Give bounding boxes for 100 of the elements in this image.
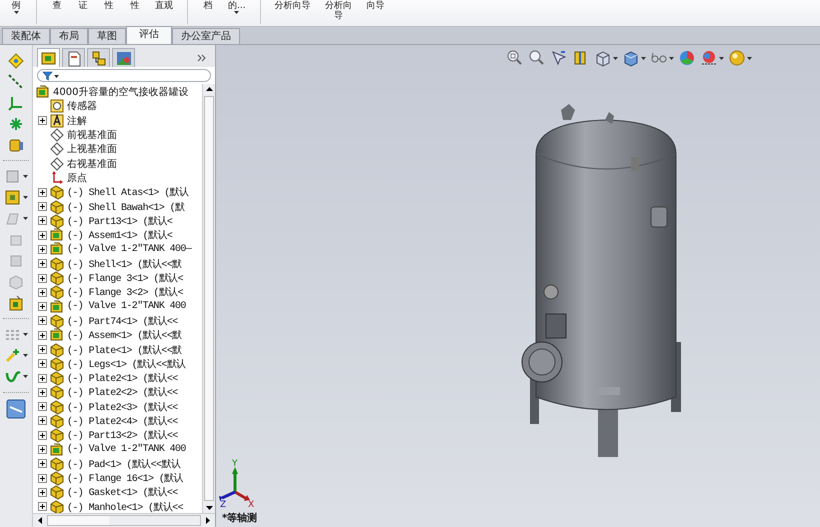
caret-icon[interactable] bbox=[23, 196, 28, 199]
panel-tab[interactable] bbox=[87, 48, 110, 67]
caret-icon[interactable] bbox=[613, 56, 618, 60]
ribbon-button[interactable]: 档 bbox=[202, 1, 214, 11]
measure-icon[interactable] bbox=[6, 398, 26, 418]
scene-icon[interactable] bbox=[700, 49, 718, 67]
expand-toggle[interactable] bbox=[38, 374, 47, 383]
expand-toggle[interactable] bbox=[38, 230, 47, 240]
tree-item[interactable]: (-) Flange 3<2> (默认< bbox=[49, 284, 184, 300]
tree-item[interactable]: (-) Assem<1> (默认<<默 bbox=[49, 327, 182, 344]
ribbon-button[interactable]: 性 bbox=[103, 1, 115, 11]
tree-item[interactable]: (-) Plate2<2> (默认<< bbox=[49, 384, 178, 400]
caret-icon[interactable] bbox=[747, 56, 752, 60]
expand-toggle[interactable] bbox=[38, 416, 47, 426]
ribbon-button[interactable]: 分析向导 bbox=[324, 1, 353, 21]
panel-tab[interactable] bbox=[62, 48, 85, 67]
tree-item[interactable]: (-) Valve 1-2"TANK 400 bbox=[49, 442, 186, 458]
caret-icon[interactable] bbox=[23, 217, 28, 220]
filter-field[interactable] bbox=[37, 69, 211, 82]
tree-item[interactable]: (-) Shell<1> (默认<<默 bbox=[49, 256, 182, 272]
zoom-fit-icon[interactable] bbox=[506, 49, 524, 67]
tree-item[interactable]: (-) Valve 1-2"TANK 400 bbox=[49, 298, 186, 315]
tree-item[interactable]: (-) Assem1<1> (默认< bbox=[49, 227, 172, 244]
tree-item[interactable]: (-) Plate2<1> (默认<< bbox=[49, 370, 178, 386]
tree-item[interactable]: (-) Part13<2> (默认<< bbox=[49, 427, 178, 444]
panel-tab[interactable] bbox=[112, 48, 135, 67]
tree-item[interactable]: 传感器 bbox=[49, 98, 97, 114]
expand-toggle[interactable] bbox=[38, 288, 47, 297]
expand-toggle[interactable] bbox=[38, 302, 47, 312]
expand-toggle[interactable] bbox=[38, 244, 47, 254]
expand-toggle[interactable] bbox=[38, 474, 47, 483]
tree-item[interactable]: 上视基准面 bbox=[49, 141, 117, 158]
tab[interactable]: 布局 bbox=[50, 28, 88, 44]
expand-toggle[interactable] bbox=[38, 459, 47, 468]
tree-item[interactable]: (-) Gasket<1> (默认<< bbox=[49, 484, 178, 500]
light-ball-icon[interactable] bbox=[728, 49, 746, 67]
ribbon-button[interactable]: 查 bbox=[51, 1, 63, 11]
tree-item[interactable]: (-) Manhole<1> (默认<< bbox=[49, 498, 184, 513]
expand-toggle[interactable] bbox=[38, 116, 47, 126]
ribbon-button[interactable]: 向导 bbox=[366, 1, 385, 11]
expand-toggle[interactable] bbox=[38, 430, 47, 440]
tab[interactable]: 装配体 bbox=[2, 28, 50, 44]
line-icon[interactable] bbox=[7, 72, 25, 90]
ribbon-button[interactable]: 直观 bbox=[155, 1, 173, 11]
expand-toggle[interactable] bbox=[38, 316, 47, 326]
box-icon[interactable] bbox=[4, 188, 22, 206]
caret-icon[interactable] bbox=[23, 333, 28, 336]
tree-item[interactable]: (-) Pad<1> (默认<<默认 bbox=[49, 456, 180, 472]
cube-icon[interactable] bbox=[622, 49, 640, 67]
tree-item[interactable]: 右视基准面 bbox=[49, 156, 117, 172]
ribbon-button[interactable]: 性 bbox=[129, 1, 141, 11]
tab[interactable]: 草图 bbox=[88, 28, 126, 44]
expand-toggle[interactable] bbox=[38, 402, 47, 412]
tree-item[interactable]: 4000升容量的空气接收器罐设 bbox=[35, 84, 188, 100]
cube-icon[interactable] bbox=[594, 49, 612, 67]
expand-toggle[interactable] bbox=[38, 344, 47, 354]
tree-item[interactable]: (-) Plate2<3> (默认<< bbox=[49, 398, 178, 415]
tree-item[interactable]: (-) Shell Atas<1> (默认 bbox=[49, 184, 188, 200]
plane-icon[interactable] bbox=[7, 52, 25, 70]
ribbon-button[interactable]: 证 bbox=[77, 1, 89, 11]
panel-tab[interactable] bbox=[37, 48, 60, 67]
tree-item[interactable]: 注解 bbox=[49, 112, 87, 129]
tree-item[interactable]: (-) Shell Bawah<1> (默 bbox=[49, 198, 184, 215]
expand-toggle[interactable] bbox=[38, 445, 47, 454]
expand-toggle[interactable] bbox=[38, 502, 47, 512]
caret-icon[interactable] bbox=[23, 375, 28, 378]
expand-toggle[interactable] bbox=[38, 388, 47, 397]
tab[interactable]: 办公室产品 bbox=[172, 28, 240, 44]
zoom-area-icon[interactable] bbox=[528, 49, 546, 67]
caret-icon[interactable] bbox=[23, 354, 28, 357]
caret-icon[interactable] bbox=[719, 56, 724, 60]
tree-item[interactable]: (-) Part13<1> (默认< bbox=[49, 212, 172, 229]
expand-toggle[interactable] bbox=[38, 259, 47, 268]
tree-item[interactable]: (-) Valve 1-2"TANK 400— bbox=[49, 241, 192, 258]
tree-item[interactable]: (-) Plate<1> (默认<<默 bbox=[49, 342, 182, 358]
caret-icon[interactable] bbox=[23, 175, 28, 178]
expand-toggle[interactable] bbox=[38, 359, 47, 368]
tree-item[interactable]: (-) Legs<1> (默认<<默认 bbox=[49, 356, 186, 372]
tree-item[interactable]: (-) Part74<1> (默认<< bbox=[49, 312, 178, 329]
tree-item[interactable]: 原点 bbox=[49, 170, 87, 186]
vertical-scrollbar[interactable] bbox=[202, 84, 215, 513]
expand-toggle[interactable] bbox=[38, 202, 47, 212]
expand-toggle[interactable] bbox=[38, 216, 47, 226]
horizontal-scrollbar[interactable] bbox=[33, 513, 215, 527]
expand-toggle[interactable] bbox=[38, 488, 47, 497]
ribbon-button[interactable]: 例 bbox=[10, 1, 22, 14]
expand-toggle[interactable] bbox=[38, 274, 47, 282]
caret-icon[interactable] bbox=[669, 56, 674, 60]
star-icon[interactable] bbox=[4, 346, 22, 364]
expand-toggle[interactable] bbox=[38, 330, 47, 340]
ribbon-button[interactable]: 分析向导 bbox=[274, 1, 311, 11]
tree-item[interactable]: (-) Flange 16<1> (默认 bbox=[49, 470, 184, 486]
tree-item[interactable]: (-) Flange 3<1> (默认< bbox=[49, 270, 184, 286]
tree-item[interactable]: 前视基准面 bbox=[49, 127, 117, 144]
expand-toggle[interactable] bbox=[38, 188, 47, 197]
chevron-icon[interactable] bbox=[197, 54, 207, 62]
caret-icon[interactable] bbox=[641, 56, 646, 60]
color-ball-icon[interactable] bbox=[678, 49, 696, 67]
ribbon-button[interactable]: 的... bbox=[228, 1, 246, 14]
assembly-icon[interactable] bbox=[7, 294, 25, 312]
